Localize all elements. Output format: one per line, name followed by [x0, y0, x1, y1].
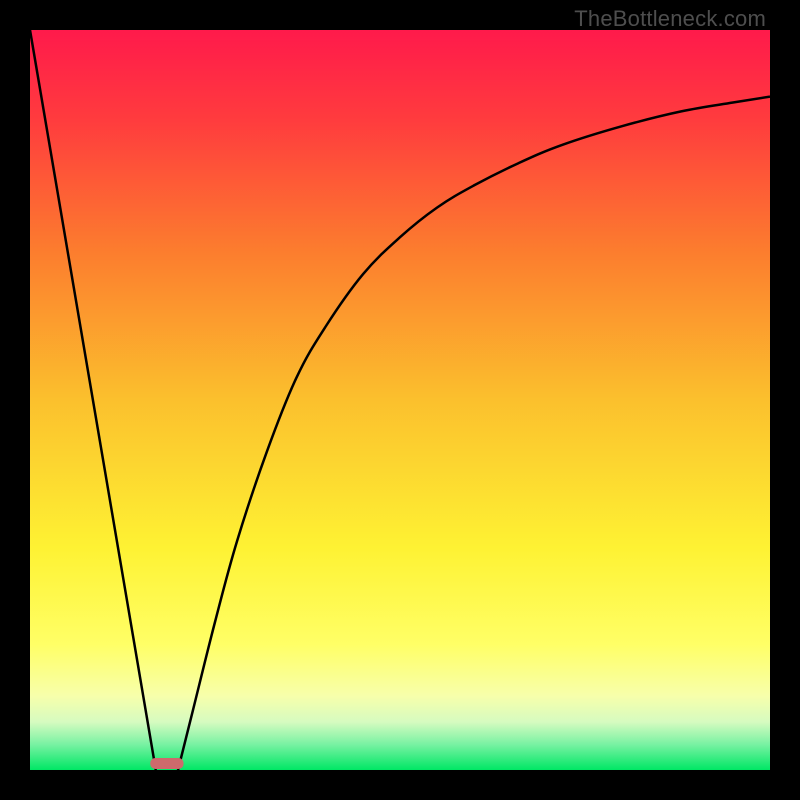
watermark-text: TheBottleneck.com — [574, 6, 766, 32]
plot-area — [30, 30, 770, 770]
background-gradient — [30, 30, 770, 770]
